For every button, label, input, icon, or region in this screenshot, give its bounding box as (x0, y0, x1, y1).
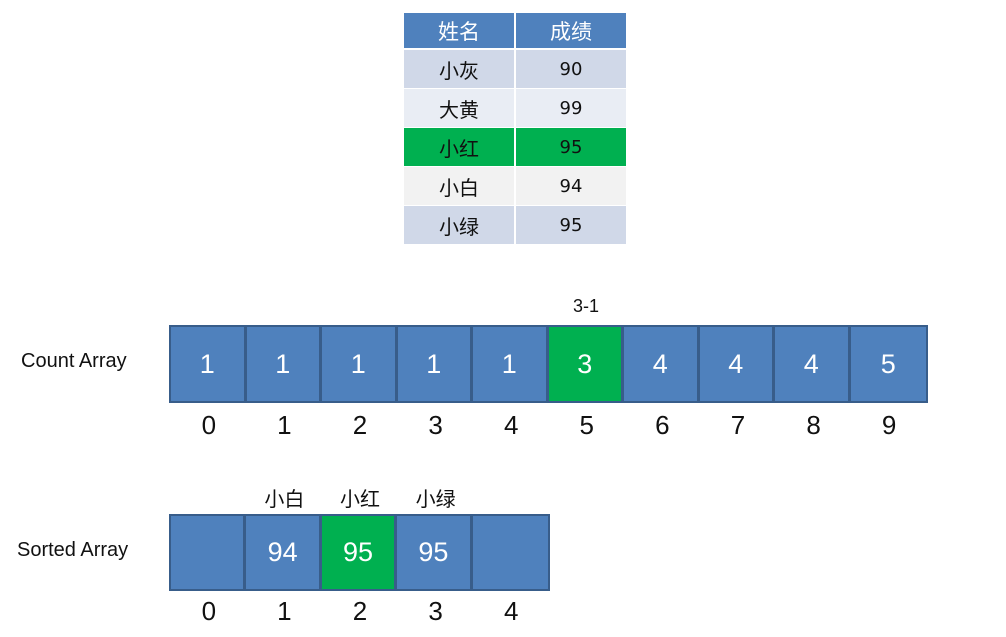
header-name: 姓名 (404, 13, 516, 48)
cell-name: 小灰 (404, 50, 516, 88)
sorted-cell-4 (472, 516, 548, 589)
count-cell-6: 4 (624, 327, 700, 401)
cell-name: 小白 (404, 167, 516, 205)
count-cell-4: 1 (473, 327, 549, 401)
count-index-7: 7 (730, 410, 746, 440)
sorted-cell-3: 95 (397, 516, 473, 589)
count-array: 1111134445 (169, 325, 928, 403)
sorted-name-1: 小白 (264, 487, 305, 511)
count-index-3: 3 (428, 410, 443, 440)
sorted-name-0 (171, 483, 247, 512)
cell-name: 大黄 (404, 89, 516, 127)
count-cell-5: 3 (548, 327, 624, 401)
cell-score: 94 (559, 175, 583, 197)
cell-name: 小绿 (404, 206, 516, 244)
table-row: 小绿 95 (404, 206, 626, 244)
table-row-highlighted: 小红 95 (404, 128, 626, 167)
sorted-index-4: 4 (503, 596, 519, 626)
count-cell-7: 4 (699, 327, 775, 401)
score-table: 姓名 成绩 小灰 90 大黄 99 小红 95 小白 94 小绿 95 (404, 13, 626, 244)
sorted-name-2: 小红 (339, 487, 380, 511)
sorted-index-3: 3 (428, 596, 443, 626)
count-index-4: 4 (503, 410, 519, 440)
sorted-index-2: 2 (352, 596, 368, 626)
count-cell-3: 1 (397, 327, 473, 401)
header-score: 成绩 (550, 19, 592, 44)
count-index-5: 5 (579, 410, 594, 440)
sorted-index-1: 1 (277, 596, 292, 626)
count-cell-8: 4 (775, 327, 851, 401)
table-row: 小白 94 (404, 167, 626, 206)
sorted-index-0: 0 (201, 596, 217, 626)
sorted-name-3: 小绿 (415, 487, 456, 511)
cell-score: 99 (559, 97, 583, 119)
sorted-array-label: Sorted Array (17, 539, 129, 561)
cell-score: 90 (559, 58, 583, 80)
cell-score: 95 (559, 214, 583, 236)
table-header: 姓名 成绩 (404, 13, 626, 50)
count-cell-2: 1 (322, 327, 398, 401)
cell-score: 95 (559, 136, 583, 158)
table-row: 小灰 90 (404, 50, 626, 89)
count-cell-0: 1 (171, 327, 247, 401)
count-index-0: 0 (201, 410, 217, 440)
count-array-indices: 0 1 2 3 4 5 6 7 8 9 (171, 410, 927, 441)
sorted-cell-2: 95 (321, 516, 398, 589)
sorted-array-indices: 0 1 2 3 4 (171, 596, 549, 627)
count-cell-9: 5 (850, 327, 926, 401)
table-row: 大黄 99 (404, 89, 626, 128)
sorted-array-names: 小白 小红 小绿 (171, 483, 549, 512)
count-index-9: 9 (881, 410, 897, 440)
count-index-2: 2 (352, 410, 368, 440)
count-annotation: 3-1 (573, 296, 600, 316)
count-cell-1: 1 (246, 327, 322, 401)
sorted-name-4 (473, 483, 549, 512)
count-index-6: 6 (655, 410, 670, 440)
count-index-8: 8 (806, 410, 821, 440)
sorted-cell-1: 94 (246, 516, 322, 589)
sorted-cell-0 (171, 516, 247, 589)
cell-name: 小红 (404, 128, 516, 166)
count-array-label: Count Array (21, 350, 127, 372)
count-index-1: 1 (277, 410, 292, 440)
sorted-array: 94 95 95 (169, 514, 550, 591)
